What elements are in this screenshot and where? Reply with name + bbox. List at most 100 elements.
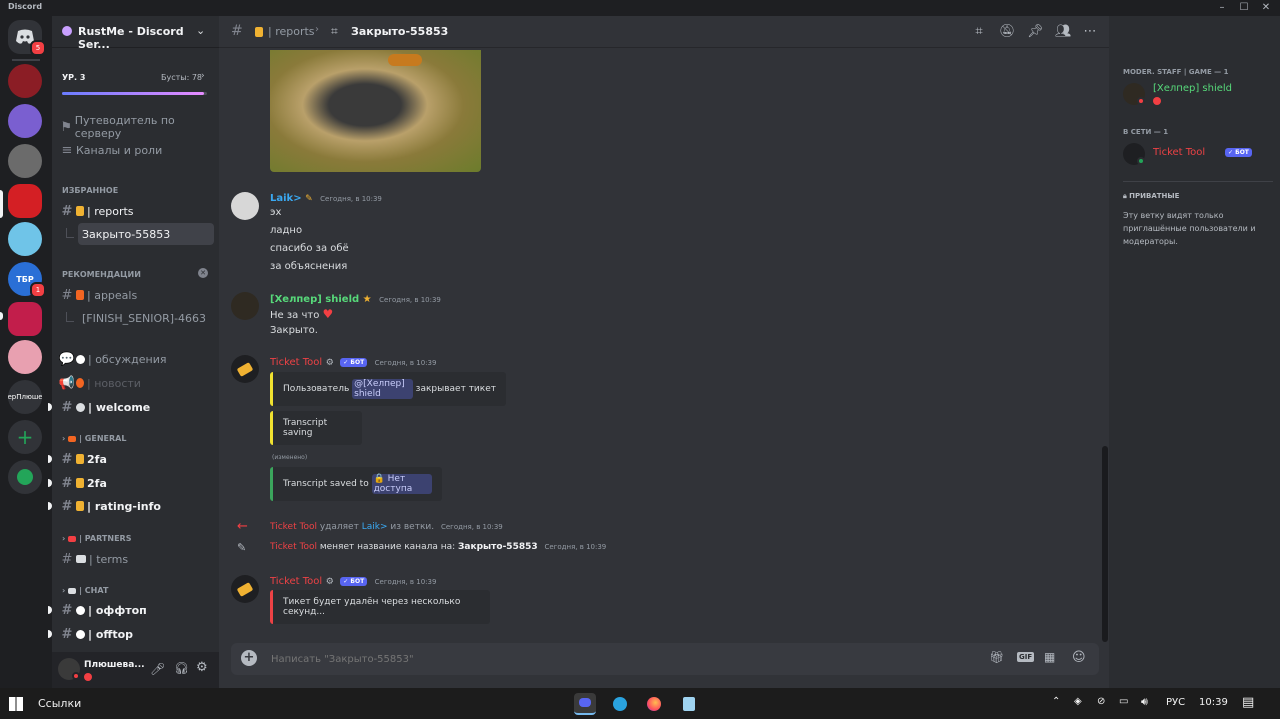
channel-reports[interactable]: # | reports <box>56 200 214 222</box>
gif-icon[interactable]: GIF <box>1017 652 1035 662</box>
bot-avatar[interactable] <box>231 355 259 383</box>
thread-closed[interactable]: Закрыто-55853 <box>78 223 214 245</box>
system-message: Ticket Tool меняет название канала на: З… <box>270 542 606 552</box>
pin-icon[interactable]: 📌︎ <box>1027 24 1044 40</box>
server-1[interactable] <box>8 64 42 98</box>
server-5[interactable] <box>8 222 42 256</box>
member-item[interactable]: Ticket Tool ✓ БОТ <box>1123 142 1273 168</box>
boost-progress[interactable]: УР. 3 Бусты: 78 › <box>52 68 219 102</box>
avatar[interactable] <box>231 292 259 320</box>
category-partners[interactable]: › | PARTNERS <box>62 534 131 543</box>
compass-icon <box>17 469 33 485</box>
discover-button[interactable] <box>8 460 42 494</box>
taskbar-discord[interactable] <box>574 693 596 715</box>
channel-offtop-ru[interactable]: # | оффтоп <box>56 599 214 621</box>
channel-appeals[interactable]: # | appeals <box>56 284 214 306</box>
minimize-button[interactable]: – <box>1212 0 1232 16</box>
channel-offtop-en[interactable]: # | offtop <box>56 623 214 645</box>
channel-welcome[interactable]: # | welcome <box>56 396 214 418</box>
server-8[interactable] <box>8 340 42 374</box>
selected-pip <box>0 190 3 218</box>
category-chat[interactable]: › | CHAT <box>62 586 108 595</box>
windows-taskbar: Ссылки ⌃ ◈ ⊘ ▭ 🔊︎ РУС 10:39 ▤ <box>0 688 1280 719</box>
category-recommendations[interactable]: РЕКОМЕНДАЦИИ <box>62 270 141 279</box>
channel-news[interactable]: 📢 | новости <box>56 372 214 394</box>
channel-reports-label: | reports <box>87 204 134 218</box>
gift-icon[interactable]: 🎁︎ <box>989 650 1004 664</box>
server-header[interactable]: RustMe - Discord Ser... ⌄ <box>52 16 219 51</box>
taskbar-firefox[interactable] <box>643 693 665 715</box>
header-thread: Закрыто-55853 <box>351 25 449 38</box>
maximize-button[interactable]: ☐ <box>1234 0 1254 16</box>
discord-tray-icon[interactable]: ◈ <box>1074 696 1082 707</box>
volume-icon[interactable]: 🔊︎ <box>1141 695 1148 709</box>
keyboard-language[interactable]: РУС <box>1166 697 1185 708</box>
username[interactable]: Плюшева... <box>84 660 145 670</box>
add-attachment-icon[interactable]: + <box>241 650 257 666</box>
channels-roles[interactable]: ≡ Каналы и роли <box>56 139 214 161</box>
member-item[interactable]: [Хелпер] shield <box>1123 82 1273 108</box>
image-attachment[interactable] <box>270 50 481 172</box>
user-mention[interactable]: @[Хелпер] shield <box>352 379 413 399</box>
chevron-up-icon[interactable]: ⌃ <box>1052 696 1060 707</box>
channel-rating-info[interactable]: # | rating-info <box>56 495 214 517</box>
server-3[interactable] <box>8 144 42 178</box>
server-rustme[interactable] <box>8 184 42 218</box>
embed-text: Пользователь <box>283 384 353 394</box>
message-input[interactable] <box>269 649 969 669</box>
windows-start-icon[interactable] <box>9 697 23 711</box>
category-favorites[interactable]: ИЗБРАННОЕ <box>62 186 118 195</box>
scrollbar[interactable] <box>1102 446 1108 642</box>
close-button[interactable]: ✕ <box>1256 0 1276 16</box>
notifications-icon[interactable]: ▤ <box>1242 695 1254 710</box>
channel-discussions[interactable]: 💬 | обсуждения <box>56 348 214 370</box>
author-name[interactable]: Ticket Tool <box>270 576 322 587</box>
headphones-icon[interactable]: 🎧︎ <box>174 661 189 675</box>
taskbar-notepad[interactable] <box>678 693 700 715</box>
server-level: УР. 3 <box>62 73 86 82</box>
member-category: В СЕТИ — 1 <box>1123 128 1169 136</box>
server-plush[interactable]: epПлюше <box>8 380 42 414</box>
author-name[interactable]: [Хелпер] shield <box>270 294 359 305</box>
bot-badge-label: БОТ <box>350 577 365 585</box>
bell-muted-icon[interactable]: 🔕︎ <box>999 24 1016 40</box>
header-channel[interactable]: | reports <box>268 25 315 38</box>
author-name[interactable]: Ticket Tool <box>270 357 322 368</box>
actor-name[interactable]: Ticket Tool <box>270 542 317 552</box>
emoji-icon[interactable]: ☺ <box>1072 650 1086 665</box>
thread-hash-icon: # <box>61 203 73 219</box>
battery-icon[interactable]: ▭ <box>1119 696 1128 707</box>
channel-2fa-1[interactable]: #2fa <box>56 448 214 470</box>
actor-name[interactable]: Ticket Tool <box>270 522 317 532</box>
more-icon[interactable]: ⋯ <box>1082 24 1098 40</box>
add-server-button[interactable]: + <box>8 420 42 454</box>
category-general[interactable]: › | GENERAL <box>62 434 126 443</box>
tbr-badge: 1 <box>30 282 46 298</box>
microphone-icon[interactable]: 🎤︎ <box>150 662 165 676</box>
server-7[interactable] <box>8 302 42 336</box>
message-line: спасибо за обё <box>270 243 349 254</box>
author-name[interactable]: Laik> <box>270 193 302 204</box>
members-icon[interactable]: 👥︎ <box>1055 24 1072 40</box>
threads-icon[interactable]: ⌗ <box>971 24 987 40</box>
gear-icon[interactable]: ⚙ <box>196 660 208 675</box>
sticker-icon[interactable]: ▦ <box>1044 650 1055 664</box>
clock[interactable]: 10:39 <box>1199 697 1228 708</box>
system-text: удаляет <box>316 522 362 532</box>
bot-avatar[interactable] <box>231 575 259 603</box>
channel-terms[interactable]: # | terms <box>56 548 214 570</box>
taskbar-telegram[interactable] <box>609 693 631 715</box>
server-guide[interactable]: ⚑ Путеводитель по серверу <box>56 114 214 140</box>
message-line: Не за что ♥ <box>270 307 333 321</box>
network-off-icon[interactable]: ⊘ <box>1097 696 1105 707</box>
channel-2fa-2[interactable]: #2fa <box>56 472 214 494</box>
edited-tag: (изменено) <box>272 454 308 461</box>
server-2[interactable] <box>8 104 42 138</box>
avatar[interactable] <box>231 192 259 220</box>
taskbar-search[interactable]: Ссылки <box>38 697 81 710</box>
channel-mention[interactable]: 🔒 Нет доступа <box>371 474 432 494</box>
target-name[interactable]: Laik> <box>362 522 388 532</box>
dismiss-icon[interactable]: ✕ <box>198 268 208 278</box>
speech-emoji-icon <box>76 629 85 639</box>
thread-finish-senior[interactable]: [FINISH_SENIOR]-4663 <box>78 307 214 329</box>
